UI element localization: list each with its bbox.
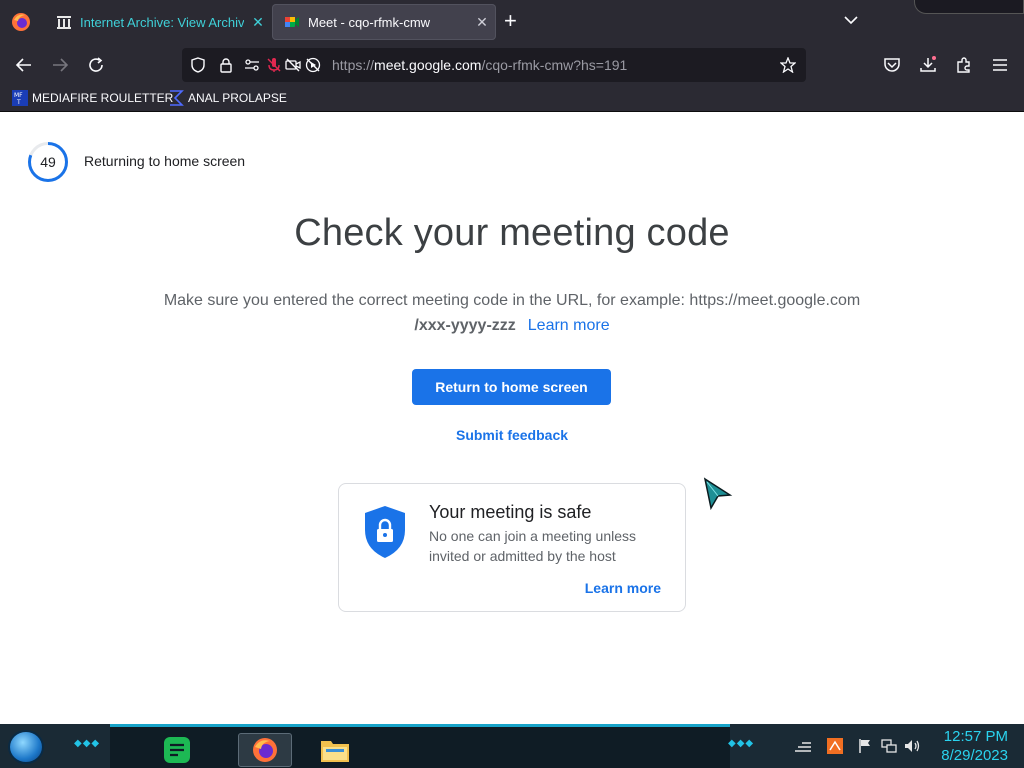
- card-title: Your meeting is safe: [429, 502, 592, 522]
- reload-icon[interactable]: [85, 54, 107, 76]
- url-text[interactable]: https://meet.google.com/cqo-rfmk-cmw?hs=…: [332, 57, 627, 73]
- tray-overflow-icon[interactable]: [792, 737, 814, 755]
- security-shield-icon: [365, 506, 405, 558]
- permissions-icon[interactable]: [244, 57, 260, 73]
- return-home-button[interactable]: Return to home screen: [412, 369, 611, 405]
- page-title: Check your meeting code: [294, 212, 730, 254]
- svg-text:MF: MF: [14, 92, 23, 99]
- system-clock[interactable]: 12:57 PM 8/29/2023: [941, 727, 1008, 765]
- tab-bar: Internet Archive: View Archive ✕ Meet - …: [0, 0, 1024, 44]
- card-body: No one can join a meeting unless invited…: [429, 528, 637, 564]
- shield-icon[interactable]: [190, 57, 206, 73]
- example-code: /xxx-yyyy-zzz: [414, 317, 516, 334]
- close-tab-icon[interactable]: ✕: [244, 14, 272, 31]
- url-prefix: https://: [332, 57, 375, 73]
- url-bar[interactable]: https://meet.google.com/cqo-rfmk-cmw?hs=…: [182, 48, 806, 82]
- downloads-icon[interactable]: [917, 54, 939, 76]
- tab-internet-archive[interactable]: Internet Archive: View Archive ✕: [44, 4, 272, 40]
- description-example-line: /xxx-yyyy-zzz Learn more: [0, 317, 1024, 335]
- countdown-label: Returning to home screen: [84, 153, 246, 169]
- card-learn-more-link[interactable]: Learn more: [585, 580, 661, 596]
- meeting-safe-card: Your meeting is safe No one can join a m…: [338, 483, 686, 612]
- bookmark-label: MEDIAFIRE ROULETTER: [32, 91, 174, 105]
- tray-app-icon[interactable]: [826, 737, 844, 755]
- pocket-icon[interactable]: [881, 54, 903, 76]
- new-tab-icon[interactable]: +: [504, 10, 517, 32]
- bookmark-star-icon[interactable]: [779, 56, 797, 74]
- close-tab-icon[interactable]: ✕: [468, 14, 496, 31]
- taskbar-decoration: ◆◆◆: [74, 738, 101, 749]
- extensions-icon[interactable]: [953, 54, 975, 76]
- forward-icon[interactable]: [49, 54, 71, 76]
- tab-title: Internet Archive: View Archive: [80, 14, 244, 30]
- learn-more-link[interactable]: Learn more: [528, 317, 610, 334]
- google-meet-icon: [284, 14, 300, 30]
- firefox-menu-icon[interactable]: [10, 11, 32, 33]
- clock-time: 12:57 PM: [943, 728, 1008, 745]
- volume-icon[interactable]: [904, 737, 922, 755]
- bookmarks-bar: MF T MEDIAFIRE ROULETTER ANAL PROLAPSE: [0, 86, 1024, 112]
- clock-date: 8/29/2023: [941, 747, 1008, 764]
- notes-app-icon[interactable]: [160, 733, 194, 767]
- taskbar-apps-area: [110, 724, 730, 768]
- lock-icon[interactable]: [218, 57, 234, 73]
- archive-icon: [56, 14, 72, 30]
- chevron-down-icon[interactable]: [844, 12, 858, 30]
- microphone-blocked-icon[interactable]: [266, 57, 282, 73]
- submit-feedback-label[interactable]: Submit feedback: [456, 427, 568, 443]
- submit-feedback-link[interactable]: Submit feedback: [0, 427, 1024, 443]
- mediafire-icon: MF T: [12, 90, 28, 106]
- taskbar: ◆◆◆ ◆◆◆ 12:57 PM 8/29/2023: [0, 724, 1024, 768]
- back-icon[interactable]: [13, 54, 35, 76]
- file-explorer-icon[interactable]: [318, 733, 352, 767]
- mouse-cursor-icon: [703, 477, 733, 511]
- tab-meet[interactable]: Meet - cqo-rfmk-cmw ✕: [272, 4, 496, 40]
- start-button[interactable]: [8, 730, 44, 764]
- autoplay-blocked-icon[interactable]: [305, 57, 321, 73]
- hamburger-menu-icon[interactable]: [989, 54, 1011, 76]
- camera-blocked-icon[interactable]: [285, 57, 301, 73]
- url-path: /cqo-rfmk-cmw?hs=191: [481, 57, 628, 73]
- sigma-bookmark-icon: [168, 90, 184, 106]
- bookmark-mediafire[interactable]: MF T MEDIAFIRE ROULETTER: [12, 90, 173, 106]
- bookmark-second[interactable]: ANAL PROLAPSE: [168, 90, 287, 106]
- description-text: Make sure you entered the correct meetin…: [163, 292, 861, 309]
- countdown-number: 49: [40, 154, 56, 170]
- bookmark-label: ANAL PROLAPSE: [188, 91, 287, 105]
- window-decoration: [914, 0, 1024, 14]
- firefox-taskbar-icon[interactable]: [238, 733, 292, 767]
- flag-icon[interactable]: [856, 737, 874, 755]
- navigation-bar: https://meet.google.com/cqo-rfmk-cmw?hs=…: [0, 44, 1024, 86]
- taskbar-decoration: ◆◆◆: [728, 738, 755, 749]
- svg-text:T: T: [16, 99, 21, 106]
- url-domain: meet.google.com: [374, 57, 482, 73]
- tab-title: Meet - cqo-rfmk-cmw: [308, 14, 431, 30]
- network-icon[interactable]: [880, 737, 898, 755]
